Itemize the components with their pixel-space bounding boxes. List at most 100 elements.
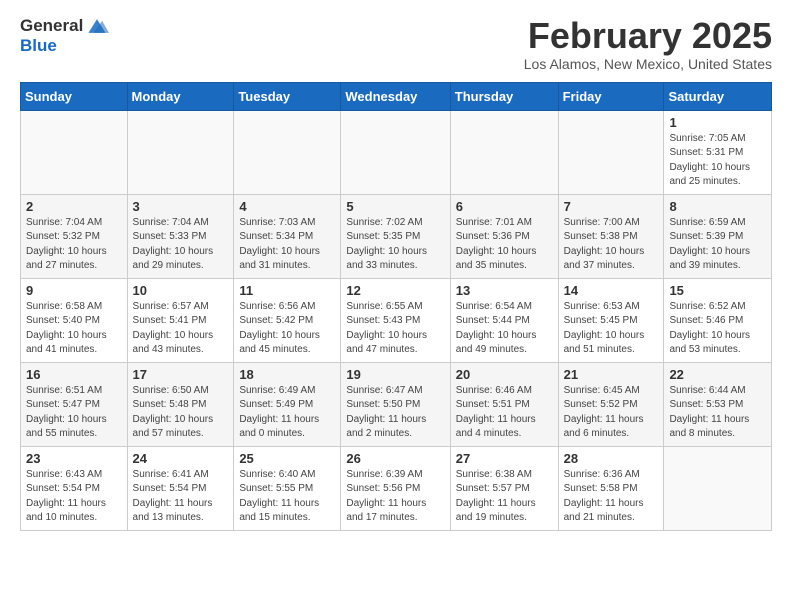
day-number: 17 bbox=[133, 367, 229, 382]
calendar-cell: 15 Sunrise: 6:52 AM Sunset: 5:46 PM Dayli… bbox=[664, 278, 772, 362]
logo: General Blue bbox=[20, 16, 109, 56]
calendar-table: SundayMondayTuesdayWednesdayThursdayFrid… bbox=[20, 82, 772, 531]
day-number: 25 bbox=[239, 451, 335, 466]
calendar-cell: 2 Sunrise: 7:04 AM Sunset: 5:32 PM Daylig… bbox=[21, 194, 128, 278]
calendar-cell bbox=[450, 110, 558, 194]
calendar-cell: 4 Sunrise: 7:03 AM Sunset: 5:34 PM Daylig… bbox=[234, 194, 341, 278]
day-number: 14 bbox=[564, 283, 659, 298]
day-info: Sunrise: 6:45 AM Sunset: 5:52 PM Dayligh… bbox=[564, 384, 659, 442]
day-info: Sunrise: 6:36 AM Sunset: 5:58 PM Dayligh… bbox=[564, 468, 659, 526]
calendar-cell: 20 Sunrise: 6:46 AM Sunset: 5:51 PM Dayli… bbox=[450, 362, 558, 446]
day-number: 10 bbox=[133, 283, 229, 298]
day-info: Sunrise: 7:00 AM Sunset: 5:38 PM Dayligh… bbox=[564, 216, 659, 274]
day-number: 4 bbox=[239, 199, 335, 214]
calendar-cell: 28 Sunrise: 6:36 AM Sunset: 5:58 PM Dayli… bbox=[558, 446, 664, 530]
day-info: Sunrise: 6:40 AM Sunset: 5:55 PM Dayligh… bbox=[239, 468, 335, 526]
day-info: Sunrise: 7:04 AM Sunset: 5:33 PM Dayligh… bbox=[133, 216, 229, 274]
calendar-row-1: 1Sunrise: 7:05 AM Sunset: 5:31 PM Daylig… bbox=[21, 110, 772, 194]
day-number: 21 bbox=[564, 367, 659, 382]
day-number: 5 bbox=[346, 199, 444, 214]
day-info: Sunrise: 7:05 AM Sunset: 5:31 PM Dayligh… bbox=[669, 132, 766, 190]
day-number: 2 bbox=[26, 199, 122, 214]
day-number: 12 bbox=[346, 283, 444, 298]
calendar-cell: 12 Sunrise: 6:55 AM Sunset: 5:43 PM Dayli… bbox=[341, 278, 450, 362]
col-header-thursday: Thursday bbox=[450, 82, 558, 110]
day-info: Sunrise: 6:43 AM Sunset: 5:54 PM Dayligh… bbox=[26, 468, 122, 526]
day-info: Sunrise: 6:38 AM Sunset: 5:57 PM Dayligh… bbox=[456, 468, 553, 526]
col-header-sunday: Sunday bbox=[21, 82, 128, 110]
calendar-cell: 24 Sunrise: 6:41 AM Sunset: 5:54 PM Dayli… bbox=[127, 446, 234, 530]
calendar-cell: 11 Sunrise: 6:56 AM Sunset: 5:42 PM Dayli… bbox=[234, 278, 341, 362]
day-info: Sunrise: 6:39 AM Sunset: 5:56 PM Dayligh… bbox=[346, 468, 444, 526]
col-header-wednesday: Wednesday bbox=[341, 82, 450, 110]
day-number: 15 bbox=[669, 283, 766, 298]
day-info: Sunrise: 6:55 AM Sunset: 5:43 PM Dayligh… bbox=[346, 300, 444, 358]
calendar-cell: 25 Sunrise: 6:40 AM Sunset: 5:55 PM Dayli… bbox=[234, 446, 341, 530]
day-number: 22 bbox=[669, 367, 766, 382]
calendar-cell: 17 Sunrise: 6:50 AM Sunset: 5:48 PM Dayli… bbox=[127, 362, 234, 446]
day-number: 27 bbox=[456, 451, 553, 466]
calendar-cell: 16Sunrise: 6:51 AM Sunset: 5:47 PM Dayli… bbox=[21, 362, 128, 446]
day-number: 19 bbox=[346, 367, 444, 382]
day-number: 13 bbox=[456, 283, 553, 298]
logo-blue: Blue bbox=[20, 36, 57, 56]
day-info: Sunrise: 6:41 AM Sunset: 5:54 PM Dayligh… bbox=[133, 468, 229, 526]
calendar-cell bbox=[341, 110, 450, 194]
calendar-cell: 8 Sunrise: 6:59 AM Sunset: 5:39 PM Daylig… bbox=[664, 194, 772, 278]
calendar-row-3: 9 Sunrise: 6:58 AM Sunset: 5:40 PM Daylig… bbox=[21, 278, 772, 362]
day-info: Sunrise: 6:47 AM Sunset: 5:50 PM Dayligh… bbox=[346, 384, 444, 442]
day-number: 18 bbox=[239, 367, 335, 382]
calendar-cell: 9 Sunrise: 6:58 AM Sunset: 5:40 PM Daylig… bbox=[21, 278, 128, 362]
calendar-cell: 14 Sunrise: 6:53 AM Sunset: 5:45 PM Dayli… bbox=[558, 278, 664, 362]
month-title: February 2025 bbox=[524, 16, 772, 56]
day-number: 6 bbox=[456, 199, 553, 214]
calendar-row-5: 23Sunrise: 6:43 AM Sunset: 5:54 PM Dayli… bbox=[21, 446, 772, 530]
calendar-cell: 27 Sunrise: 6:38 AM Sunset: 5:57 PM Dayli… bbox=[450, 446, 558, 530]
day-info: Sunrise: 6:58 AM Sunset: 5:40 PM Dayligh… bbox=[26, 300, 122, 358]
day-info: Sunrise: 6:59 AM Sunset: 5:39 PM Dayligh… bbox=[669, 216, 766, 274]
title-block: February 2025 Los Alamos, New Mexico, Un… bbox=[524, 16, 772, 72]
day-number: 28 bbox=[564, 451, 659, 466]
calendar-cell: 5Sunrise: 7:02 AM Sunset: 5:35 PM Daylig… bbox=[341, 194, 450, 278]
calendar-row-2: 2 Sunrise: 7:04 AM Sunset: 5:32 PM Daylig… bbox=[21, 194, 772, 278]
calendar-cell bbox=[21, 110, 128, 194]
calendar-cell: 1Sunrise: 7:05 AM Sunset: 5:31 PM Daylig… bbox=[664, 110, 772, 194]
day-number: 8 bbox=[669, 199, 766, 214]
calendar-cell: 21 Sunrise: 6:45 AM Sunset: 5:52 PM Dayli… bbox=[558, 362, 664, 446]
col-header-tuesday: Tuesday bbox=[234, 82, 341, 110]
calendar-cell: 10 Sunrise: 6:57 AM Sunset: 5:41 PM Dayli… bbox=[127, 278, 234, 362]
calendar-cell: 3Sunrise: 7:04 AM Sunset: 5:33 PM Daylig… bbox=[127, 194, 234, 278]
calendar-cell: 13 Sunrise: 6:54 AM Sunset: 5:44 PM Dayli… bbox=[450, 278, 558, 362]
day-info: Sunrise: 6:52 AM Sunset: 5:46 PM Dayligh… bbox=[669, 300, 766, 358]
header: General Blue February 2025 Los Alamos, N… bbox=[20, 16, 772, 72]
calendar-row-4: 16Sunrise: 6:51 AM Sunset: 5:47 PM Dayli… bbox=[21, 362, 772, 446]
day-info: Sunrise: 6:50 AM Sunset: 5:48 PM Dayligh… bbox=[133, 384, 229, 442]
calendar-cell: 7 Sunrise: 7:00 AM Sunset: 5:38 PM Daylig… bbox=[558, 194, 664, 278]
calendar-cell bbox=[664, 446, 772, 530]
day-info: Sunrise: 7:03 AM Sunset: 5:34 PM Dayligh… bbox=[239, 216, 335, 274]
day-number: 16 bbox=[26, 367, 122, 382]
day-info: Sunrise: 6:53 AM Sunset: 5:45 PM Dayligh… bbox=[564, 300, 659, 358]
page: General Blue February 2025 Los Alamos, N… bbox=[0, 0, 792, 547]
calendar-cell: 23Sunrise: 6:43 AM Sunset: 5:54 PM Dayli… bbox=[21, 446, 128, 530]
calendar-cell: 19 Sunrise: 6:47 AM Sunset: 5:50 PM Dayli… bbox=[341, 362, 450, 446]
col-header-friday: Friday bbox=[558, 82, 664, 110]
day-info: Sunrise: 6:56 AM Sunset: 5:42 PM Dayligh… bbox=[239, 300, 335, 358]
day-info: Sunrise: 6:57 AM Sunset: 5:41 PM Dayligh… bbox=[133, 300, 229, 358]
day-info: Sunrise: 6:54 AM Sunset: 5:44 PM Dayligh… bbox=[456, 300, 553, 358]
day-info: Sunrise: 7:04 AM Sunset: 5:32 PM Dayligh… bbox=[26, 216, 122, 274]
day-number: 9 bbox=[26, 283, 122, 298]
calendar-cell bbox=[558, 110, 664, 194]
calendar-cell: 26 Sunrise: 6:39 AM Sunset: 5:56 PM Dayli… bbox=[341, 446, 450, 530]
day-info: Sunrise: 6:46 AM Sunset: 5:51 PM Dayligh… bbox=[456, 384, 553, 442]
day-number: 7 bbox=[564, 199, 659, 214]
day-number: 20 bbox=[456, 367, 553, 382]
day-number: 11 bbox=[239, 283, 335, 298]
calendar-cell bbox=[234, 110, 341, 194]
day-number: 24 bbox=[133, 451, 229, 466]
day-number: 26 bbox=[346, 451, 444, 466]
calendar-cell bbox=[127, 110, 234, 194]
calendar-header-row: SundayMondayTuesdayWednesdayThursdayFrid… bbox=[21, 82, 772, 110]
logo-icon bbox=[85, 17, 109, 35]
calendar-cell: 18Sunrise: 6:49 AM Sunset: 5:49 PM Dayli… bbox=[234, 362, 341, 446]
